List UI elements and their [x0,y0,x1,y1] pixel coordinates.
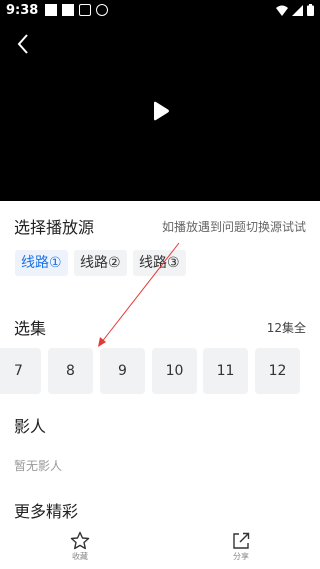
episode-11-button[interactable]: 11 [203,348,248,394]
share-label: 分享 [233,552,249,561]
battery-icon [307,4,314,16]
source-line-1-button[interactable]: 线路① [15,250,68,276]
source-line-3-button[interactable]: 线路③ [133,250,186,276]
favorite-button[interactable]: 收藏 [60,525,100,562]
source-hint: 如播放遇到问题切换源试试 [161,220,306,234]
notification-image-icon [45,4,57,16]
episode-12-button[interactable]: 12 [255,348,300,394]
wifi-icon [276,5,288,16]
source-section-title: 选择播放源 [14,218,95,237]
notification-square-icon [62,4,74,16]
episode-8-button[interactable]: 8 [48,348,93,394]
notification-k-icon [96,4,108,16]
episode-7-button[interactable]: 7 [0,348,41,394]
bottom-action-bar: 收藏 分享 [0,525,320,569]
play-icon[interactable] [149,100,171,122]
signal-icon [292,4,303,16]
star-icon [70,531,90,550]
status-time: 9:38 [6,3,39,18]
source-line-2-button[interactable]: 线路② [74,250,127,276]
back-icon[interactable] [10,30,38,58]
episode-9-button[interactable]: 9 [100,348,145,394]
cast-section-title: 影人 [14,417,47,436]
favorite-label: 收藏 [72,552,88,561]
notification-a-icon [79,4,91,16]
episode-10-button[interactable]: 10 [152,348,197,394]
cast-empty-text: 暂无影人 [14,459,63,473]
more-section-title: 更多精彩 [14,502,79,521]
status-bar: 9:38 [0,0,320,22]
share-icon [233,532,250,549]
episodes-count-button[interactable]: 12集全 [267,319,306,336]
share-button[interactable]: 分享 [221,525,261,562]
video-player[interactable]: 9:38 [0,0,320,201]
episodes-section-title: 选集 [14,319,47,338]
